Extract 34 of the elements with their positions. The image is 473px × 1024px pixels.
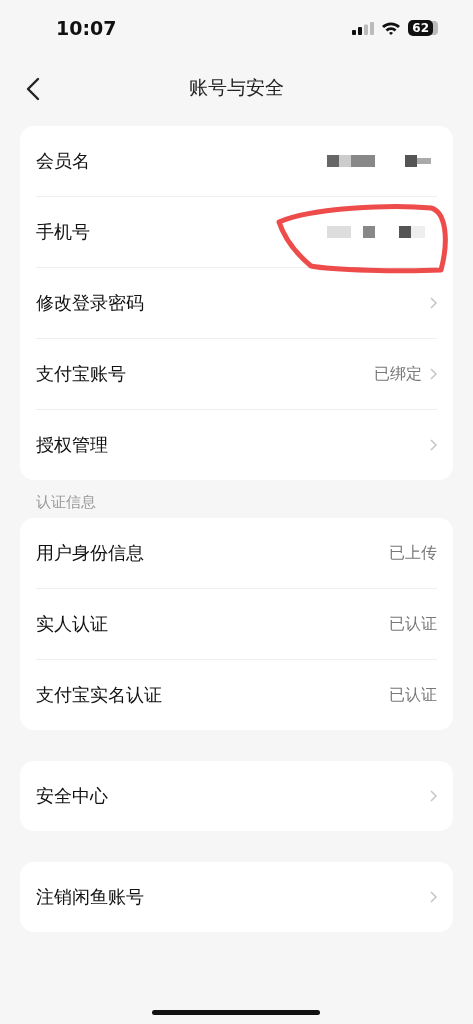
- row-label: 支付宝实名认证: [36, 683, 162, 707]
- status-time: 10:07: [56, 17, 117, 39]
- row-value: 已绑定: [374, 363, 422, 385]
- row-label: 实人认证: [36, 612, 108, 636]
- section-heading: 认证信息: [36, 493, 97, 512]
- chevron-icon: [430, 891, 437, 903]
- settings-row[interactable]: 用户身份信息 已上传: [36, 518, 437, 588]
- row-label: 支付宝账号: [36, 362, 126, 386]
- row-label: 手机号: [36, 220, 90, 244]
- row-value: 已上传: [389, 542, 437, 564]
- chevron-icon: [430, 368, 437, 380]
- settings-row[interactable]: 实人认证 已认证: [36, 588, 437, 659]
- row-label: 注销闲鱼账号: [36, 885, 144, 909]
- settings-row[interactable]: 会员名: [36, 126, 437, 196]
- row-label: 会员名: [36, 149, 90, 173]
- row-label: 安全中心: [36, 784, 108, 808]
- settings-row[interactable]: 支付宝实名认证 已认证: [36, 659, 437, 730]
- chevron-icon: [430, 297, 437, 309]
- row-label: 修改登录密码: [36, 291, 144, 315]
- signal-icon: [352, 21, 375, 35]
- settings-row[interactable]: 修改登录密码: [36, 267, 437, 338]
- settings-row[interactable]: 授权管理: [36, 409, 437, 480]
- settings-row[interactable]: 注销闲鱼账号: [36, 862, 437, 932]
- chevron-icon: [430, 439, 437, 451]
- row-value: 已认证: [389, 613, 437, 635]
- settings-row[interactable]: 支付宝账号 已绑定: [36, 338, 437, 409]
- settings-row[interactable]: 手机号: [36, 196, 437, 267]
- chevron-icon: [430, 790, 437, 802]
- settings-row[interactable]: 安全中心: [36, 761, 437, 831]
- row-value: 已认证: [389, 684, 437, 706]
- wifi-icon: [381, 21, 402, 35]
- page-title: 账号与安全: [189, 75, 284, 100]
- row-label: 授权管理: [36, 433, 108, 457]
- row-label: 用户身份信息: [36, 541, 144, 565]
